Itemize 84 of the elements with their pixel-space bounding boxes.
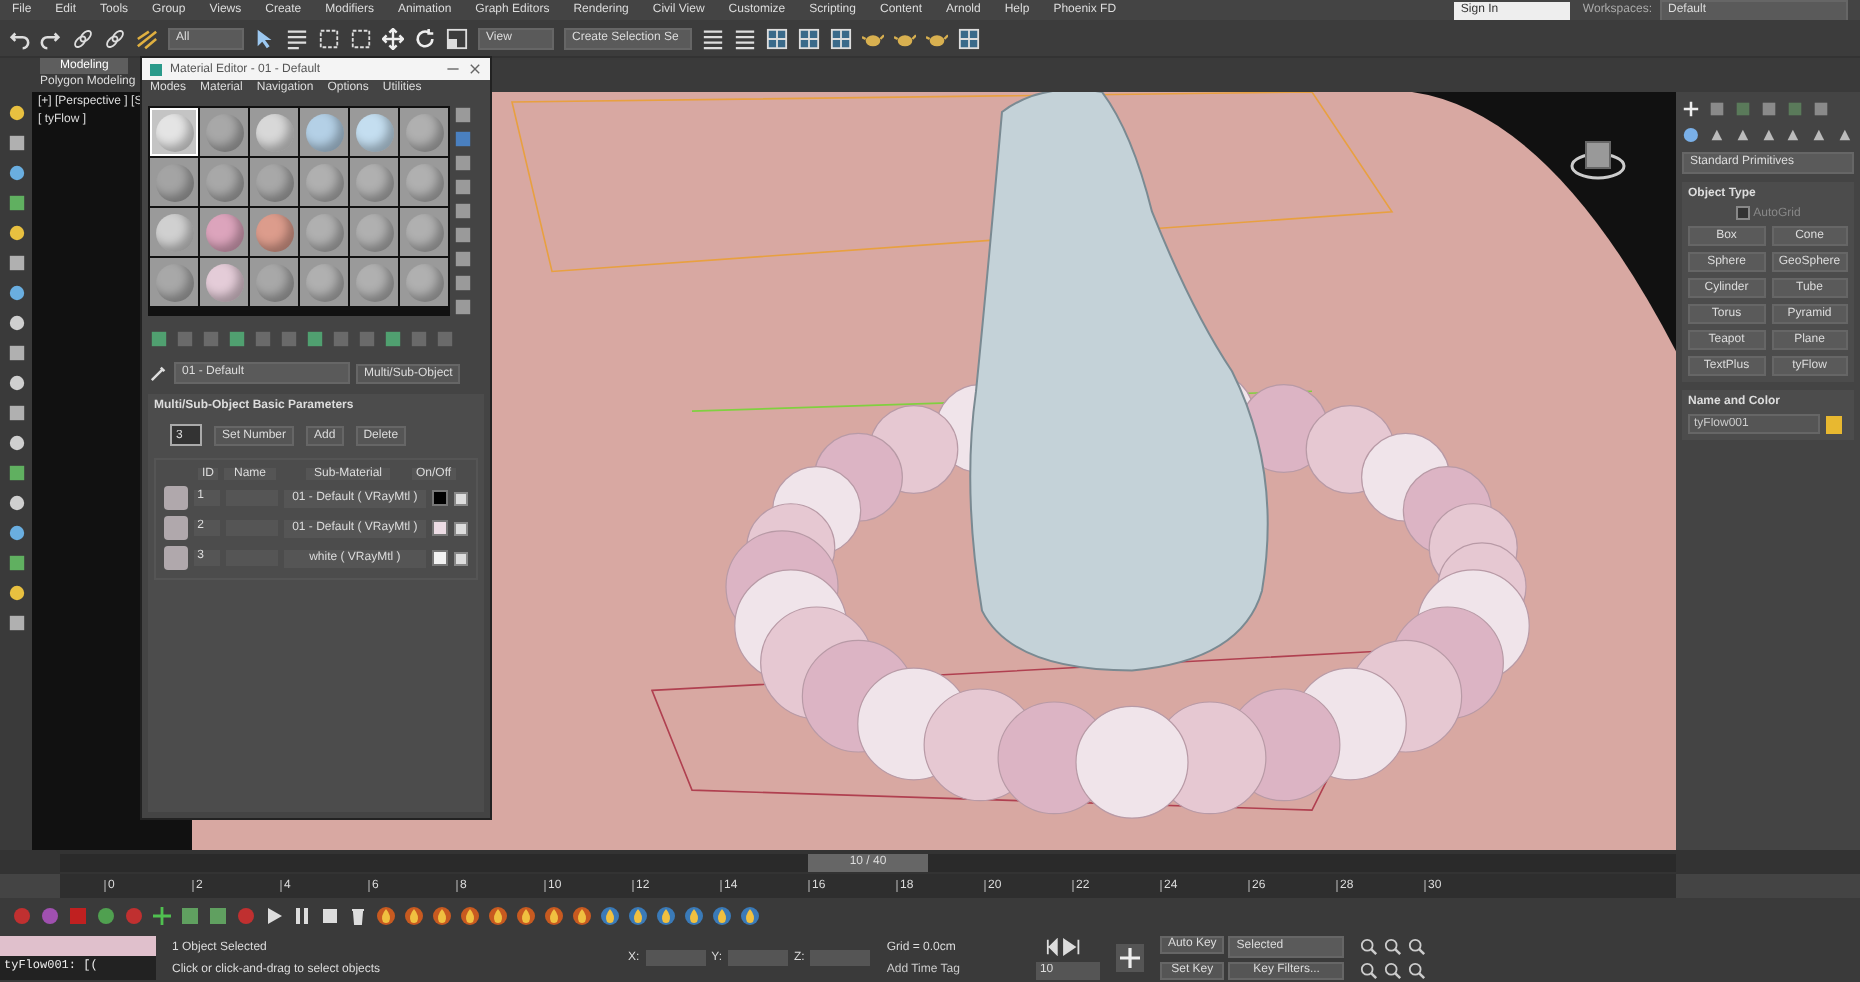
circle-icon[interactable]: [7, 584, 25, 602]
grid-icon[interactable]: [766, 27, 788, 49]
square-icon[interactable]: [180, 906, 200, 926]
square-icon[interactable]: [1708, 100, 1726, 118]
square-icon[interactable]: [7, 614, 25, 632]
square-icon[interactable]: [7, 254, 25, 272]
circle-icon[interactable]: [7, 314, 25, 332]
eyedropper-icon[interactable]: [150, 364, 168, 382]
square-icon[interactable]: [454, 250, 472, 268]
app-logo-icon: [150, 63, 162, 75]
square-icon[interactable]: [7, 134, 25, 152]
color-swatch[interactable]: [432, 490, 449, 506]
circle-icon[interactable]: [7, 374, 25, 392]
list-icon[interactable]: [734, 27, 756, 49]
square-icon[interactable]: [454, 274, 472, 292]
square-icon[interactable]: [7, 404, 25, 422]
square-icon[interactable]: [384, 330, 402, 348]
color-swatch[interactable]: [432, 520, 449, 536]
plus-icon[interactable]: [1115, 944, 1144, 972]
play-icon[interactable]: [264, 906, 284, 926]
pause-icon[interactable]: [292, 906, 312, 926]
object-color-swatch[interactable]: [1826, 415, 1842, 433]
circle-icon[interactable]: [96, 906, 116, 926]
zoom-icon[interactable]: [1360, 961, 1379, 979]
coordinate-field[interactable]: [728, 950, 789, 966]
on-off-checkbox[interactable]: [454, 521, 469, 535]
square-icon[interactable]: [150, 330, 168, 348]
zoom-icon[interactable]: [1384, 937, 1403, 955]
square-icon[interactable]: [1812, 100, 1830, 118]
trash-icon[interactable]: [348, 906, 368, 926]
circle-icon[interactable]: [7, 164, 25, 182]
zoom-icon[interactable]: [1360, 937, 1379, 955]
link-icon[interactable]: [72, 27, 94, 49]
sphere-icon[interactable]: [1682, 126, 1700, 144]
square-icon[interactable]: [7, 554, 25, 572]
square-icon[interactable]: [208, 906, 228, 926]
square-icon[interactable]: [7, 464, 25, 482]
material-preview: [164, 516, 188, 540]
list-icon[interactable]: [702, 27, 724, 49]
circle-icon[interactable]: [7, 524, 25, 542]
grid-icon[interactable]: [830, 27, 852, 49]
minimize-icon[interactable]: [446, 62, 460, 76]
cursor-icon[interactable]: [254, 27, 276, 49]
plus-icon[interactable]: [1682, 100, 1700, 118]
link-icon[interactable]: [104, 27, 126, 49]
zoom-icon[interactable]: [1384, 961, 1403, 979]
zoom-icon[interactable]: [1408, 937, 1427, 955]
grid-icon[interactable]: [958, 27, 980, 49]
scale-icon[interactable]: [446, 27, 468, 49]
square-icon[interactable]: [454, 298, 472, 316]
circle-icon[interactable]: [7, 494, 25, 512]
autogrid-checkbox[interactable]: [1735, 206, 1750, 220]
circle-icon[interactable]: [7, 224, 25, 242]
grid-icon[interactable]: [798, 27, 820, 49]
dashed-square-icon[interactable]: [350, 27, 372, 49]
stop-icon[interactable]: [320, 906, 340, 926]
dashed-square-icon[interactable]: [318, 27, 340, 49]
coordinate-field[interactable]: [645, 950, 706, 966]
rotate-icon[interactable]: [414, 27, 436, 49]
square-icon[interactable]: [454, 178, 472, 196]
on-off-checkbox[interactable]: [454, 551, 469, 565]
square-icon[interactable]: [454, 106, 472, 124]
material-preview: [164, 486, 188, 510]
color-swatch[interactable]: [432, 550, 449, 566]
coordinate-field[interactable]: [810, 950, 871, 966]
close-icon[interactable]: [468, 62, 482, 76]
circle-icon[interactable]: [7, 284, 25, 302]
circle-icon[interactable]: [7, 104, 25, 122]
square-icon[interactable]: [454, 202, 472, 220]
viewcube-icon[interactable]: [1568, 136, 1628, 184]
square-icon[interactable]: [1760, 100, 1778, 118]
square-icon[interactable]: [454, 154, 472, 172]
circle-icon[interactable]: [7, 434, 25, 452]
on-off-checkbox[interactable]: [454, 491, 469, 505]
material-preview: [164, 546, 188, 570]
list-icon[interactable]: [286, 27, 308, 49]
square-icon[interactable]: [228, 330, 246, 348]
square-icon[interactable]: [454, 226, 472, 244]
zoom-icon[interactable]: [1408, 961, 1427, 979]
undo-icon[interactable]: [8, 27, 30, 49]
square-icon[interactable]: [306, 330, 324, 348]
redo-icon[interactable]: [40, 27, 62, 49]
square-icon[interactable]: [7, 194, 25, 212]
square-icon[interactable]: [7, 344, 25, 362]
